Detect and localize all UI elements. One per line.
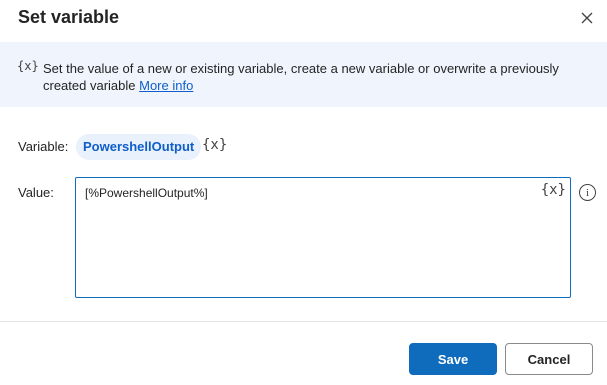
variable-picker-button[interactable]: {x} [202, 137, 227, 153]
dialog-title: Set variable [18, 7, 120, 27]
variable-icon: {x} [17, 59, 39, 73]
info-banner: {x} Set the value of a new or existing v… [0, 42, 607, 107]
value-input[interactable]: [%PowershellOutput%] {x} [75, 177, 571, 298]
close-icon [581, 12, 593, 24]
save-button[interactable]: Save [409, 343, 497, 375]
value-label: Value: [18, 185, 54, 200]
info-icon-glyph: i [585, 186, 590, 199]
more-info-link[interactable]: More info [139, 78, 193, 93]
value-input-text: [%PowershellOutput%] [85, 186, 208, 200]
banner-description-text: Set the value of a new or existing varia… [43, 61, 559, 93]
set-variable-dialog: Set variable {x} Set the value of a new … [0, 0, 607, 385]
banner-description: Set the value of a new or existing varia… [43, 60, 588, 94]
footer-divider [0, 321, 607, 322]
cancel-button[interactable]: Cancel [505, 343, 593, 375]
variable-label: Variable: [18, 139, 69, 154]
info-icon[interactable]: i [579, 184, 596, 201]
value-variable-picker-button[interactable]: {x} [541, 182, 566, 198]
close-button[interactable] [578, 9, 596, 27]
variable-name-chip[interactable]: PowershellOutput [76, 134, 202, 160]
